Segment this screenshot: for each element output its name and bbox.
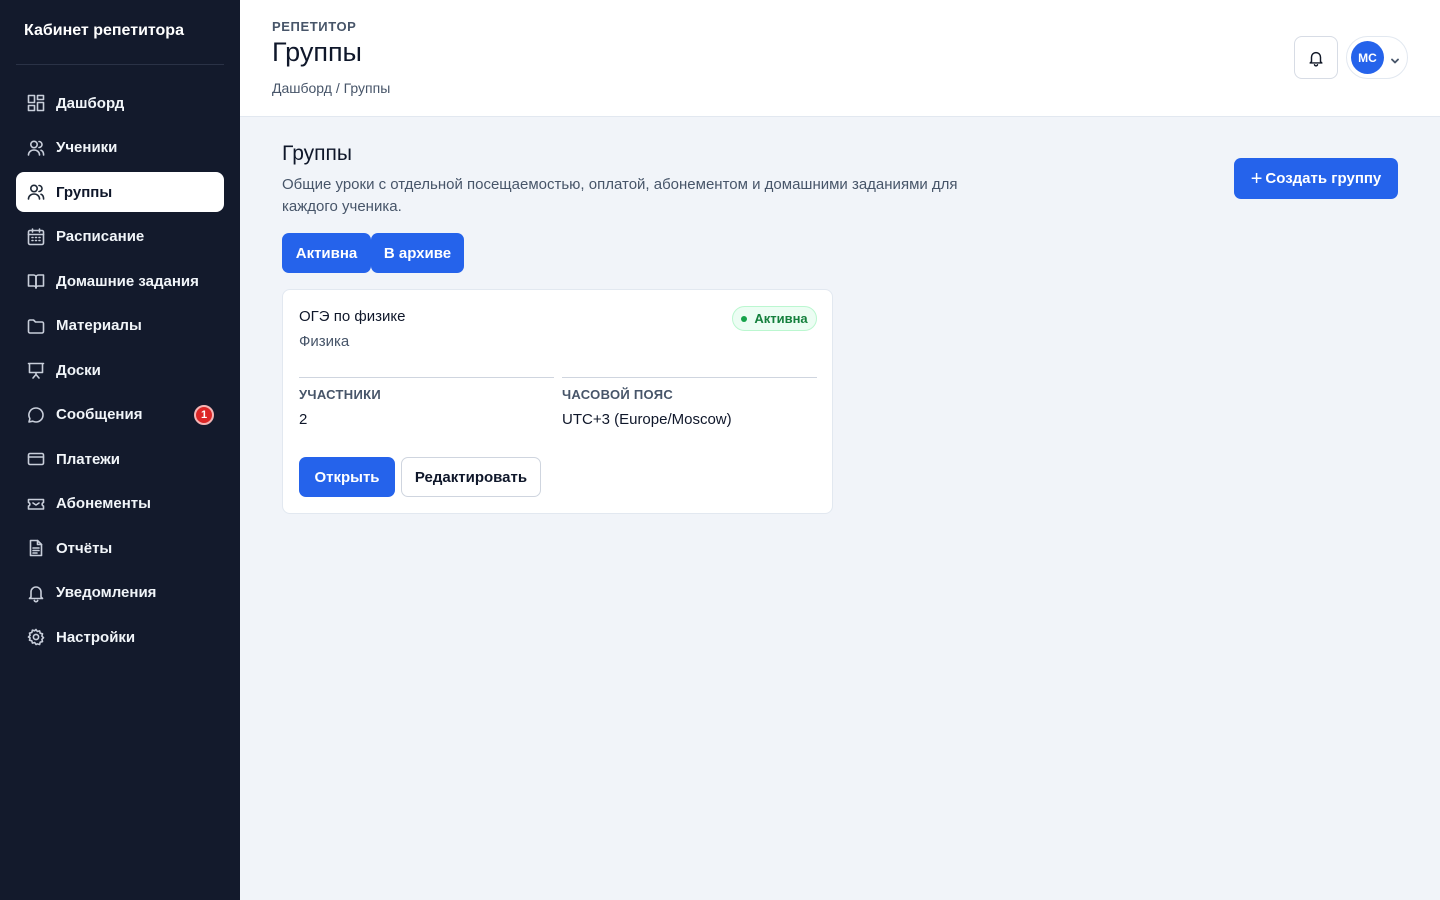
sidebar-item-label: Дашборд: [56, 94, 125, 112]
create-group-button[interactable]: + Создать группу: [1234, 158, 1398, 199]
calendar-icon: [26, 227, 46, 247]
users-icon: [26, 138, 46, 158]
avatar: МС: [1351, 41, 1384, 74]
tab-archived[interactable]: В архиве: [371, 233, 464, 273]
status-badge: Активна: [732, 306, 817, 331]
status-label: Активна: [754, 311, 808, 326]
sidebar-item-label: Доски: [56, 361, 101, 379]
plus-icon: +: [1250, 167, 1263, 190]
sidebar-item-payments[interactable]: Платежи: [16, 439, 224, 479]
page-title: Группы: [272, 37, 362, 67]
breadcrumb[interactable]: Дашборд / Группы: [272, 80, 390, 96]
open-group-button[interactable]: Открыть: [299, 457, 395, 497]
sidebar-item-students[interactable]: Ученики: [16, 128, 224, 168]
sidebar: Кабинет репетитора Дашборд Ученики Групп…: [0, 0, 240, 900]
folder-icon: [26, 316, 46, 336]
sidebar-item-reports[interactable]: Отчёты: [16, 528, 224, 568]
sidebar-item-label: Группы: [56, 183, 113, 201]
presentation-icon: [26, 360, 46, 380]
message-icon: [26, 405, 46, 425]
sidebar-item-label: Отчёты: [56, 539, 113, 557]
sidebar-item-messages[interactable]: Сообщения 1: [16, 395, 224, 435]
sidebar-item-label: Домашние задания: [56, 272, 199, 290]
section-description: Общие уроки с отдельной посещаемостью, о…: [282, 176, 958, 215]
users-icon: [26, 182, 46, 202]
sidebar-item-label: Сообщения: [56, 406, 143, 423]
unread-badge: 1: [194, 404, 214, 425]
sidebar-item-settings[interactable]: Настройки: [16, 617, 224, 657]
participants-value: 2: [299, 411, 308, 428]
timezone-field: ЧАСОВОЙ ПОЯС UTC+3 (Europe/Moscow): [562, 377, 817, 428]
sidebar-item-label: Расписание: [56, 228, 145, 245]
file-text-icon: [26, 538, 46, 558]
edit-group-button[interactable]: Редактировать: [401, 457, 541, 497]
sidebar-item-label: Ученики: [56, 139, 118, 156]
brand-title: Кабинет репетитора: [16, 0, 224, 65]
section-title: Группы: [282, 142, 352, 165]
participants-field: УЧАСТНИКИ 2: [299, 377, 554, 428]
participants-label: УЧАСТНИКИ: [299, 387, 382, 402]
sidebar-item-label: Платежи: [56, 450, 120, 468]
status-tabs: Активна В архиве: [282, 233, 464, 273]
dashboard-icon: [26, 93, 46, 113]
status-dot-icon: [741, 315, 748, 322]
sidebar-item-notifications[interactable]: Уведомления: [16, 573, 224, 613]
sidebar-item-label: Материалы: [56, 317, 142, 334]
sidebar-item-boards[interactable]: Доски: [16, 350, 224, 390]
sidebar-item-dashboard[interactable]: Дашборд: [16, 83, 224, 123]
timezone-value: UTC+3 (Europe/Moscow): [562, 411, 732, 428]
gear-icon: [26, 627, 46, 647]
credit-card-icon: [26, 449, 46, 469]
top-header: РЕПЕТИТОР Группы Дашборд / Группы МС: [240, 0, 1440, 117]
sidebar-item-label: Абонементы: [56, 495, 151, 512]
notifications-button[interactable]: [1294, 36, 1338, 79]
sidebar-item-groups[interactable]: Группы: [16, 172, 224, 212]
bell-icon: [26, 583, 46, 603]
sidebar-item-label: Уведомления: [56, 584, 157, 601]
sidebar-item-schedule[interactable]: Расписание: [16, 217, 224, 257]
ticket-icon: [26, 494, 46, 514]
user-menu-button[interactable]: МС: [1346, 36, 1408, 79]
book-open-icon: [26, 271, 46, 291]
timezone-label: ЧАСОВОЙ ПОЯС: [562, 387, 674, 402]
bell-icon: [1307, 49, 1325, 67]
tab-active[interactable]: Активна: [282, 233, 371, 273]
sidebar-item-label: Настройки: [56, 628, 136, 646]
group-subject: Физика: [299, 333, 350, 350]
role-eyebrow: РЕПЕТИТОР: [272, 19, 357, 34]
sidebar-item-materials[interactable]: Материалы: [16, 306, 224, 346]
sidebar-item-homework[interactable]: Домашние задания: [16, 261, 224, 301]
sidebar-item-subscriptions[interactable]: Абонементы: [16, 484, 224, 524]
create-group-label: Создать группу: [1265, 170, 1382, 187]
chevron-down-icon: [1390, 53, 1400, 63]
group-title: ОГЭ по физике: [299, 308, 406, 325]
group-card: ОГЭ по физике Физика Активна УЧАСТНИКИ 2…: [282, 289, 833, 514]
